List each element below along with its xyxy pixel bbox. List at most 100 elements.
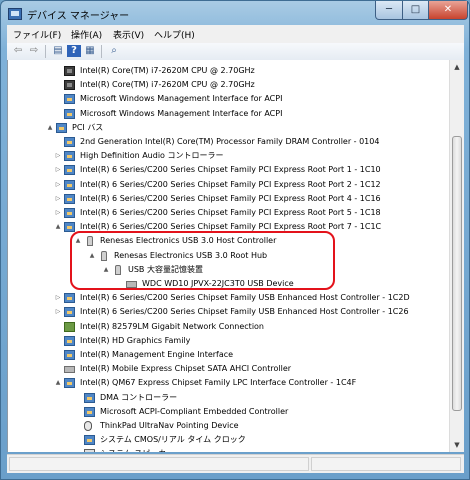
expand-toggle-icon[interactable]: ▷ [54, 149, 62, 163]
device-label: システム スピーカー [100, 447, 174, 452]
device-label: Renesas Electronics USB 3.0 Host Control… [100, 236, 277, 246]
speaker-icon [84, 449, 95, 452]
device-label: Intel(R) QM67 Express Chipset Family LPC… [80, 378, 357, 388]
usb-icon [101, 250, 107, 261]
tree-row[interactable]: ▷ Intel(R) 6 Series/C200 Series Chipset F… [54, 163, 450, 177]
status-bar [7, 454, 464, 473]
board-icon [64, 165, 75, 176]
device-label: Renesas Electronics USB 3.0 Root Hub [114, 250, 268, 260]
expand-toggle-icon[interactable]: ▷ [54, 192, 62, 206]
scroll-thumb[interactable] [452, 136, 462, 411]
tree-row[interactable]: DMA コントローラー [74, 391, 450, 405]
device-manager-icon [8, 8, 22, 20]
network-icon [64, 321, 75, 332]
toolbar-separator [45, 45, 46, 58]
tree-row[interactable]: Intel(R) Mobile Express Chipset SATA AHC… [54, 362, 450, 376]
help-icon[interactable]: ? [67, 45, 81, 57]
properties-icon[interactable]: ▤ [51, 45, 65, 57]
collapse-toggle-icon[interactable]: ▲ [74, 234, 82, 248]
expand-toggle-icon[interactable]: ▷ [54, 291, 62, 305]
board-icon [84, 406, 95, 417]
menu-file[interactable]: ファイル(F) [13, 28, 61, 41]
collapse-toggle-icon[interactable]: ▲ [54, 220, 62, 234]
tree-row[interactable]: Intel(R) Management Engine Interface [54, 348, 450, 362]
toolbar: ⇦ ⇨ ▤ ? ▦ ⌕ [7, 43, 464, 61]
menu-view[interactable]: 表示(V) [113, 28, 144, 41]
scroll-up-icon[interactable]: ▲ [450, 60, 464, 74]
tree-row[interactable]: ▷ Intel(R) 6 Series/C200 Series Chipset F… [54, 178, 450, 192]
maximize-button[interactable]: □ [402, 1, 429, 20]
scroll-down-icon[interactable]: ▼ [450, 438, 464, 452]
device-label: Intel(R) 6 Series/C200 Series Chipset Fa… [80, 222, 382, 232]
board-icon [64, 293, 75, 304]
collapse-toggle-icon[interactable]: ▲ [46, 121, 54, 135]
tree-row[interactable]: ▲ Intel(R) 6 Series/C200 Series Chipset F… [54, 220, 450, 234]
device-label: システム CMOS/リアル タイム クロック [100, 435, 246, 445]
tree-row[interactable]: ▲ Intel(R) QM67 Express Chipset Family LP… [54, 376, 450, 390]
vertical-scrollbar[interactable]: ▲ ▼ [449, 60, 464, 452]
collapse-toggle-icon[interactable]: ▲ [54, 376, 62, 390]
tree-row[interactable]: Microsoft Windows Management Interface f… [54, 92, 450, 106]
tree-row[interactable]: ▷ High Definition Audio コントローラー [54, 149, 450, 163]
tree-row[interactable]: システム CMOS/リアル タイム クロック [74, 433, 450, 447]
menu-help[interactable]: ヘルプ(H) [154, 28, 195, 41]
tree-row[interactable]: ▲ USB 大容量記憶装置 [102, 263, 450, 277]
view-icon[interactable]: ▦ [83, 45, 97, 57]
mouse-icon [84, 421, 92, 431]
expand-toggle-icon[interactable]: ▷ [54, 163, 62, 177]
menu-action[interactable]: 操作(A) [71, 28, 102, 41]
minimize-button[interactable]: ─ [375, 1, 403, 20]
tree-row[interactable]: ▷ Intel(R) 6 Series/C200 Series Chipset F… [54, 192, 450, 206]
device-label: Microsoft Windows Management Interface f… [80, 108, 283, 118]
forward-icon[interactable]: ⇨ [27, 45, 41, 57]
close-button[interactable]: ✕ [428, 1, 468, 20]
tree-row[interactable]: ▲ Renesas Electronics USB 3.0 Host Contro… [74, 234, 450, 248]
expand-toggle-icon[interactable]: ▷ [54, 305, 62, 319]
tree-row[interactable]: ▷ Intel(R) 6 Series/C200 Series Chipset F… [54, 206, 450, 220]
back-icon[interactable]: ⇦ [11, 45, 25, 57]
device-label: Intel(R) 6 Series/C200 Series Chipset Fa… [80, 208, 381, 217]
tree-row[interactable]: Microsoft ACPI-Compliant Embedded Contro… [74, 405, 450, 419]
tree-row[interactable]: ▲ PCI バス [46, 121, 450, 135]
tree-row[interactable]: ▷ Intel(R) 6 Series/C200 Series Chipset F… [54, 291, 450, 305]
tree-row[interactable]: ▷ Intel(R) 6 Series/C200 Series Chipset F… [54, 305, 450, 319]
scan-hardware-icon[interactable]: ⌕ [107, 45, 121, 57]
tree-row[interactable]: Intel(R) Core(TM) i7-2620M CPU @ 2.70GHz [54, 78, 450, 92]
tree-row[interactable]: Intel(R) Core(TM) i7-2620M CPU @ 2.70GHz [54, 64, 450, 78]
device-label: Intel(R) 6 Series/C200 Series Chipset Fa… [80, 165, 381, 175]
tree-row[interactable]: Microsoft Windows Management Interface f… [54, 107, 450, 121]
tree-row[interactable]: ThinkPad UltraNav Pointing Device [74, 419, 450, 433]
board-icon [64, 208, 75, 218]
board-icon [64, 307, 75, 318]
device-label: Intel(R) 82579LM Gigabit Network Connect… [80, 321, 264, 331]
device-tree[interactable]: Intel(R) Core(TM) i7-2620M CPU @ 2.70GHz… [7, 60, 450, 452]
device-label: Intel(R) Core(TM) i7-2620M CPU @ 2.70GHz [80, 80, 255, 90]
tree-row[interactable]: WDC WD10 JPVX-22JC3T0 USB Device [116, 277, 450, 291]
collapse-toggle-icon[interactable]: ▲ [102, 263, 110, 277]
drive-icon [64, 366, 75, 374]
tree-row[interactable]: ▲ Renesas Electronics USB 3.0 Root Hub [88, 249, 450, 263]
expand-toggle-icon[interactable]: ▷ [54, 178, 62, 192]
tree-row[interactable]: 2nd Generation Intel(R) Core(TM) Process… [54, 135, 450, 149]
tree-row[interactable]: Intel(R) HD Graphics Family [54, 334, 450, 348]
window-title: デバイス マネージャー [27, 11, 130, 22]
tree-row[interactable]: システム スピーカー [74, 447, 450, 452]
device-manager-window: デバイス マネージャー ─ □ ✕ ファイル(F) 操作(A) 表示(V) ヘル… [0, 0, 470, 480]
board-icon [84, 392, 95, 403]
tree-row[interactable]: Intel(R) 82579LM Gigabit Network Connect… [54, 320, 450, 334]
device-label: Intel(R) 6 Series/C200 Series Chipset Fa… [80, 307, 409, 317]
collapse-toggle-icon[interactable]: ▲ [88, 249, 96, 263]
expand-toggle-icon[interactable]: ▷ [54, 206, 62, 220]
usb-icon [115, 264, 121, 275]
